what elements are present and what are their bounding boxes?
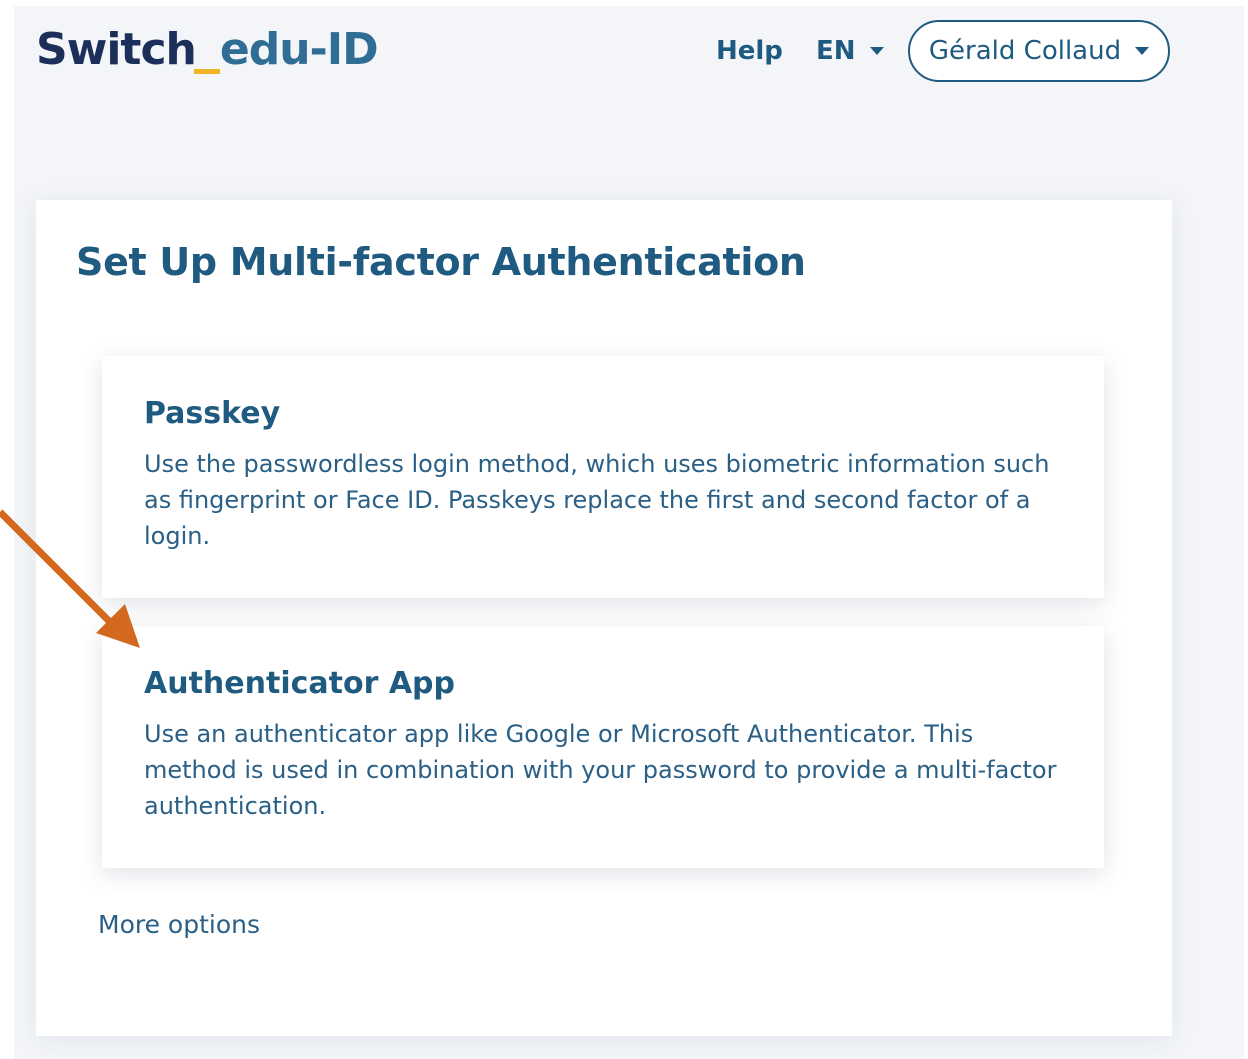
switch-edu-id-logo[interactable]: Switch edu-ID xyxy=(36,22,379,78)
language-label: EN xyxy=(816,36,856,66)
language-dropdown[interactable]: EN xyxy=(816,34,884,68)
passkey-option-card[interactable]: Passkey Use the passwordless login metho… xyxy=(102,356,1104,598)
authenticator-app-option-description: Use an authenticator app like Google or … xyxy=(144,720,1057,820)
chevron-down-icon xyxy=(1135,47,1150,55)
logo-switch-text: Switch xyxy=(36,24,197,75)
help-link[interactable]: Help xyxy=(716,34,783,68)
logo-edu-id-text: edu-ID xyxy=(219,24,379,75)
authenticator-app-option-card[interactable]: Authenticator App Use an authenticator a… xyxy=(102,626,1104,868)
passkey-option-title: Passkey xyxy=(144,396,281,431)
user-menu-button[interactable]: Gérald Collaud xyxy=(908,20,1170,82)
chevron-down-icon xyxy=(869,47,884,55)
authenticator-app-option-title: Authenticator App xyxy=(144,666,455,701)
more-options-link[interactable]: More options xyxy=(98,908,260,942)
user-name: Gérald Collaud xyxy=(928,36,1122,66)
passkey-option-description: Use the passwordless login method, which… xyxy=(144,450,1050,550)
page-title: Set Up Multi-factor Authentication xyxy=(76,240,806,284)
logo-underscore xyxy=(193,22,220,78)
mfa-setup-card: Set Up Multi-factor Authentication Passk… xyxy=(36,200,1172,1036)
